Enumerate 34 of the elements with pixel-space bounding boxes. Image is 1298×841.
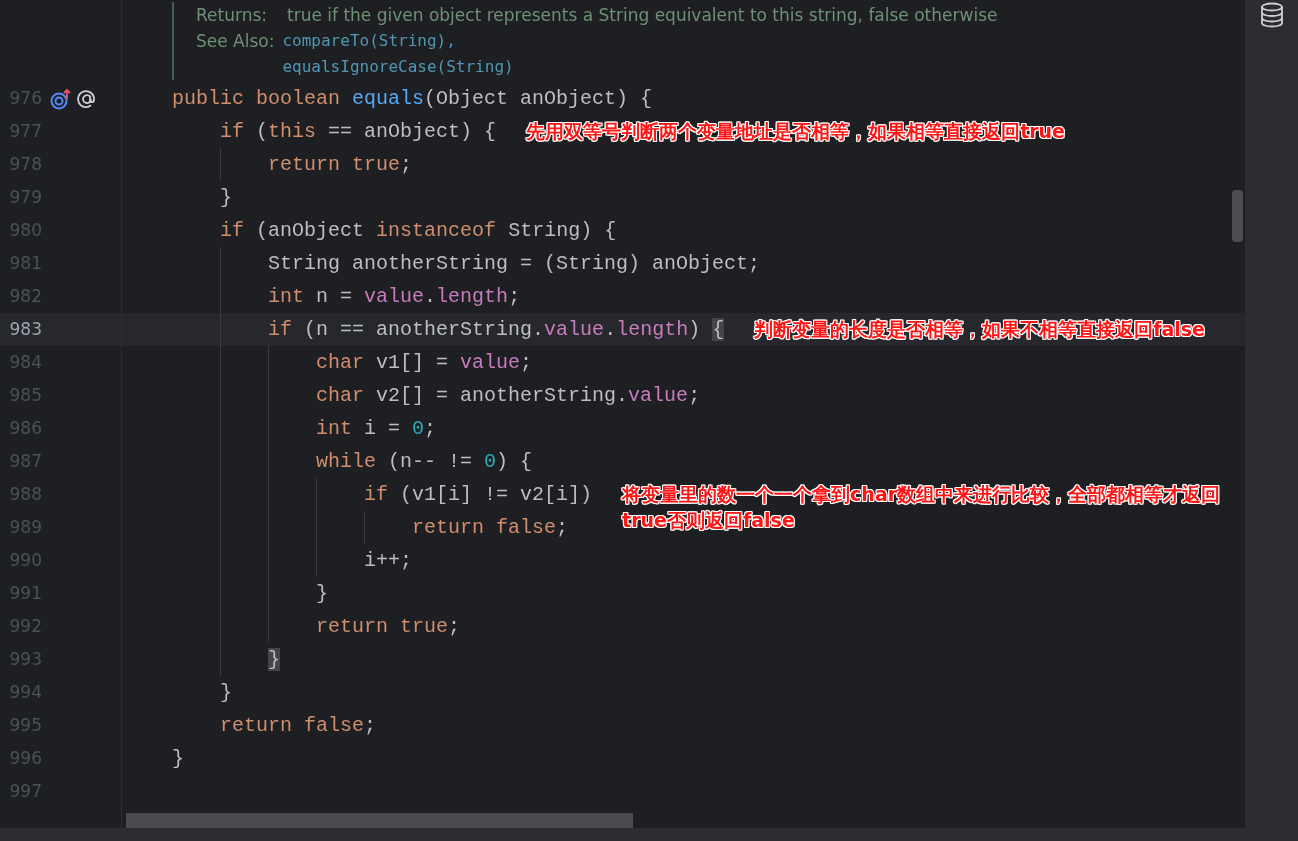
code-line: } <box>219 679 233 706</box>
code-line: return false; <box>219 712 377 739</box>
database-icon[interactable] <box>1259 2 1284 28</box>
annotation-text: 先用双等号判断两个变量地址是否相等，如果相等直接返回true <box>526 119 1066 144</box>
doc-label: Returns: <box>196 4 267 27</box>
code-line: } <box>171 745 185 772</box>
override-icon[interactable] <box>50 87 72 110</box>
code-line: return true; <box>315 613 461 640</box>
doc-link[interactable]: equalsIgnoreCase(String) <box>282 54 514 80</box>
annotation-text: 将变量里的数一个一个拿到char数组中来进行比较，全部都相等才返回true否则返回false <box>622 482 1222 533</box>
code-line: i++; <box>363 547 413 574</box>
code-line: if (n == anotherString.value.length) { <box>267 316 725 343</box>
at-sign-icon[interactable] <box>76 87 98 110</box>
doc-text: true if the given object represents a String equivalent to this string, false otherwise <box>287 4 998 27</box>
line-number: 983 <box>8 317 42 341</box>
code-line: return false; <box>411 514 569 541</box>
code-line: if (anObject instanceof String) { <box>219 217 617 244</box>
code-line: return true; <box>267 151 413 178</box>
code-line: char v1[] = value; <box>315 349 533 376</box>
code-line: } <box>219 184 233 211</box>
code-line: String anotherString = (String) anObject; <box>267 250 761 277</box>
code-line: } <box>315 580 329 607</box>
code-line: public boolean equals(Object anObject) { <box>171 85 653 112</box>
code-line: if (this == anObject) { <box>219 118 497 145</box>
scrollbar-thumb[interactable] <box>1232 190 1243 242</box>
scrollbar-thumb[interactable] <box>126 813 633 828</box>
doc-label: See Also: <box>196 30 275 53</box>
code-line: if (v1[i] != v2[i]) <box>363 481 593 508</box>
code-line: while (n-- != 0) { <box>315 448 533 475</box>
code-line: int i = 0; <box>315 415 437 442</box>
code-line: char v2[] = anotherString.value; <box>315 382 701 409</box>
annotation-text: 判断变量的长度是否相等，如果不相等直接返回false <box>754 317 1206 342</box>
doc-link[interactable]: compareTo(String), <box>282 28 456 54</box>
code-line: int n = value.length; <box>267 283 521 310</box>
